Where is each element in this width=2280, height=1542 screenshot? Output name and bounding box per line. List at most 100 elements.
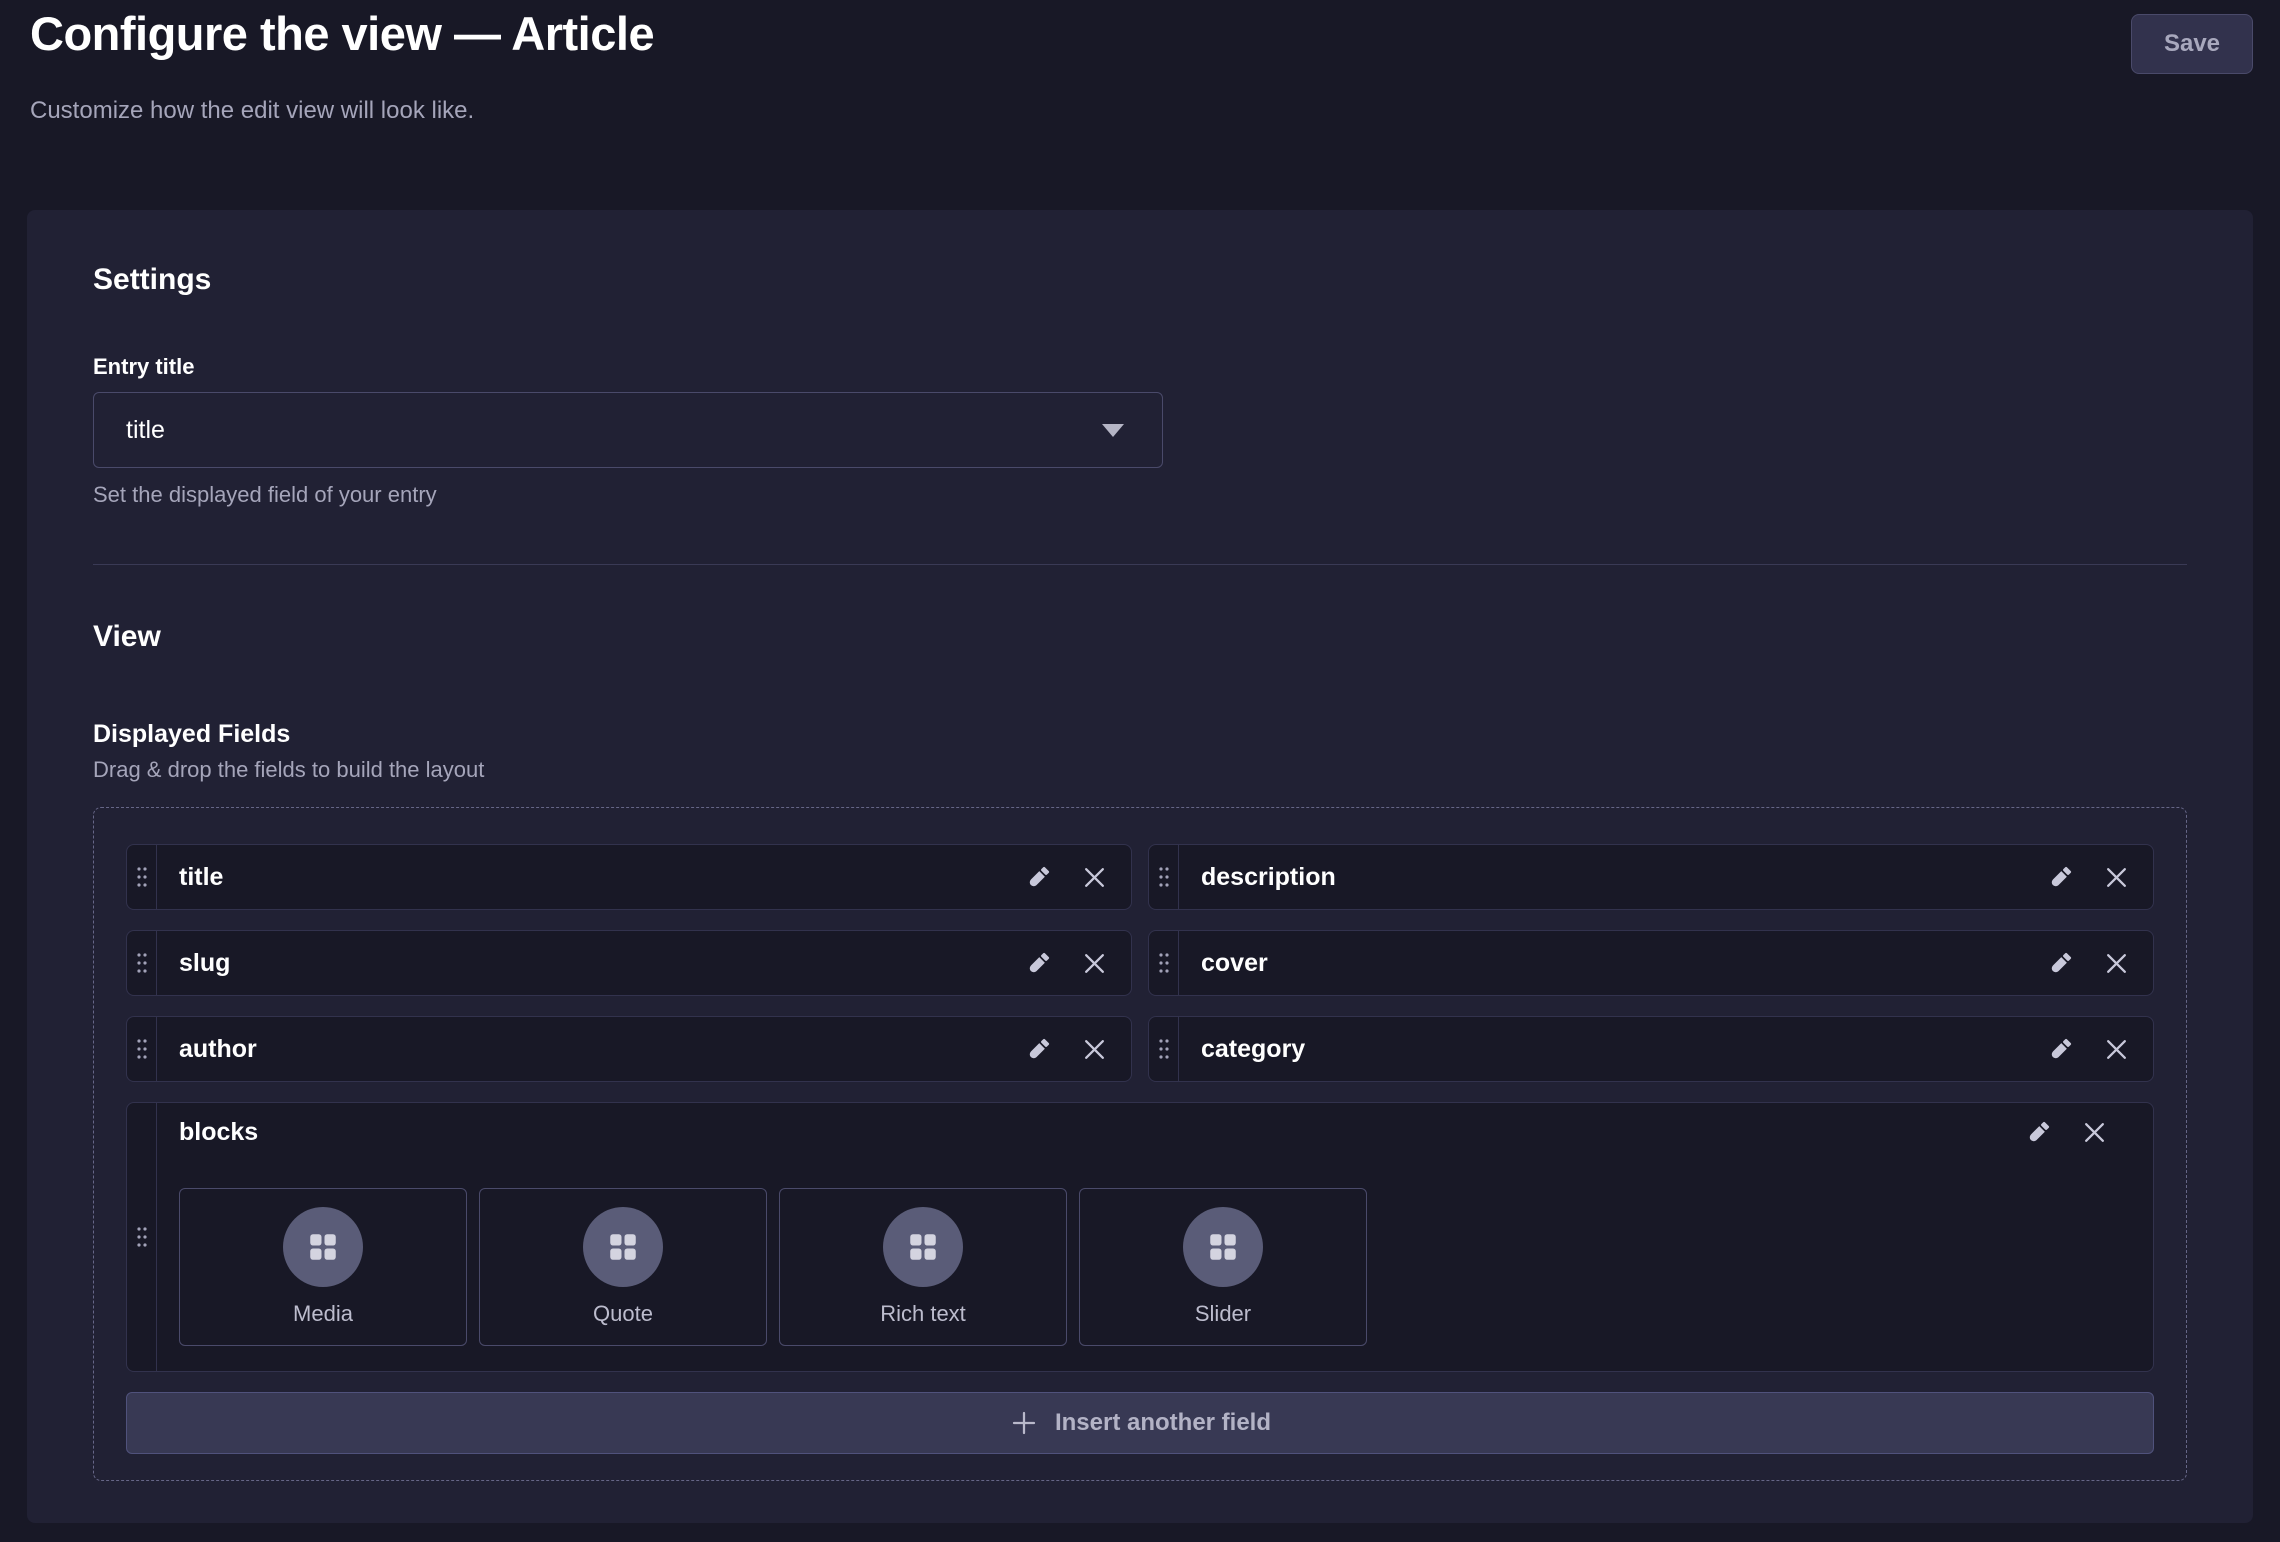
component-card-rich-text[interactable]: Rich text xyxy=(779,1188,1067,1346)
close-icon xyxy=(2104,951,2129,976)
field-row-slug[interactable]: slug xyxy=(126,930,1132,996)
drag-handle[interactable] xyxy=(127,1103,157,1371)
view-heading: View xyxy=(93,619,2187,655)
component-card-media[interactable]: Media xyxy=(179,1188,467,1346)
pencil-icon xyxy=(1025,1036,1052,1063)
remove-field-button[interactable] xyxy=(2104,951,2129,976)
pencil-icon xyxy=(1025,864,1052,891)
field-name: slug xyxy=(157,949,230,978)
grid-icon xyxy=(1205,1229,1241,1265)
drag-dots-icon xyxy=(1158,866,1170,888)
save-button[interactable]: Save xyxy=(2131,14,2253,74)
configure-view-screen: Configure the view — Article Customize h… xyxy=(0,0,2280,1542)
field-name: author xyxy=(157,1035,257,1064)
insert-field-label: Insert another field xyxy=(1055,1409,1271,1437)
component-avatar xyxy=(883,1207,963,1287)
drag-dots-icon xyxy=(1158,952,1170,974)
edit-field-button[interactable] xyxy=(2047,950,2074,977)
component-avatar xyxy=(283,1207,363,1287)
insert-field-button[interactable]: Insert another field xyxy=(126,1392,2154,1454)
field-name: category xyxy=(1179,1035,1305,1064)
settings-heading: Settings xyxy=(93,262,2187,298)
entry-title-select[interactable]: title xyxy=(93,392,1163,468)
component-label: Rich text xyxy=(880,1301,966,1327)
edit-field-button[interactable] xyxy=(1025,1036,1052,1063)
edit-field-button[interactable] xyxy=(2047,1036,2074,1063)
edit-field-button[interactable] xyxy=(1025,950,1052,977)
remove-field-button[interactable] xyxy=(2082,1120,2107,1145)
component-avatar xyxy=(583,1207,663,1287)
row-actions xyxy=(1025,931,1131,995)
displayed-fields-hint: Drag & drop the fields to build the layo… xyxy=(93,757,2187,783)
close-icon xyxy=(1082,865,1107,890)
drag-dots-icon xyxy=(136,1226,148,1248)
drag-handle[interactable] xyxy=(127,931,157,995)
remove-field-button[interactable] xyxy=(1082,951,1107,976)
drag-dots-icon xyxy=(136,1038,148,1060)
drag-dots-icon xyxy=(136,866,148,888)
row-actions xyxy=(2047,845,2153,909)
row-actions xyxy=(2047,931,2153,995)
row-actions xyxy=(2047,1017,2153,1081)
drag-dots-icon xyxy=(1158,1038,1170,1060)
remove-field-button[interactable] xyxy=(1082,865,1107,890)
close-icon xyxy=(2104,1037,2129,1062)
remove-field-button[interactable] xyxy=(1082,1037,1107,1062)
pencil-icon xyxy=(2047,1036,2074,1063)
row-actions xyxy=(1025,845,1131,909)
field-name: title xyxy=(157,863,223,892)
component-label: Media xyxy=(293,1301,353,1327)
close-icon xyxy=(2104,865,2129,890)
component-cards: Media Quote Rich text xyxy=(179,1188,2131,1346)
pencil-icon xyxy=(1025,950,1052,977)
entry-title-hint: Set the displayed field of your entry xyxy=(93,482,2187,508)
field-row-description[interactable]: description xyxy=(1148,844,2154,910)
drag-dots-icon xyxy=(136,952,148,974)
row-actions xyxy=(1025,1017,1131,1081)
remove-field-button[interactable] xyxy=(2104,1037,2129,1062)
field-row-category[interactable]: category xyxy=(1148,1016,2154,1082)
field-name: description xyxy=(1179,863,1336,892)
field-row-blocks[interactable]: blocks Medi xyxy=(126,1102,2154,1372)
drag-handle[interactable] xyxy=(127,845,157,909)
field-name: cover xyxy=(1179,949,1268,978)
close-icon xyxy=(1082,1037,1107,1062)
pencil-icon xyxy=(2047,864,2074,891)
drag-handle[interactable] xyxy=(127,1017,157,1081)
field-row-author[interactable]: author xyxy=(126,1016,1132,1082)
displayed-fields-label: Displayed Fields xyxy=(93,719,2187,749)
grid-icon xyxy=(605,1229,641,1265)
row-actions xyxy=(2025,1119,2131,1146)
pencil-icon xyxy=(2047,950,2074,977)
grid-icon xyxy=(305,1229,341,1265)
section-divider xyxy=(93,564,2187,565)
entry-title-label: Entry title xyxy=(93,354,2187,380)
fields-drop-zone: title description xyxy=(93,807,2187,1481)
remove-field-button[interactable] xyxy=(2104,865,2129,890)
chevron-down-icon xyxy=(1102,424,1124,437)
component-label: Quote xyxy=(593,1301,653,1327)
component-card-slider[interactable]: Slider xyxy=(1079,1188,1367,1346)
close-icon xyxy=(1082,951,1107,976)
field-name: blocks xyxy=(179,1117,2131,1147)
blocks-content: blocks Medi xyxy=(157,1103,2153,1371)
page-subtitle: Customize how the edit view will look li… xyxy=(30,96,474,126)
component-label: Slider xyxy=(1195,1301,1251,1327)
grid-icon xyxy=(905,1229,941,1265)
page-title: Configure the view — Article xyxy=(30,6,654,62)
edit-field-button[interactable] xyxy=(1025,864,1052,891)
drag-handle[interactable] xyxy=(1149,1017,1179,1081)
component-card-quote[interactable]: Quote xyxy=(479,1188,767,1346)
close-icon xyxy=(2082,1120,2107,1145)
entry-title-field: Entry title title Set the displayed fiel… xyxy=(93,354,2187,508)
edit-field-button[interactable] xyxy=(2025,1119,2052,1146)
drag-handle[interactable] xyxy=(1149,931,1179,995)
plus-icon xyxy=(1009,1408,1039,1438)
field-row-cover[interactable]: cover xyxy=(1148,930,2154,996)
drag-handle[interactable] xyxy=(1149,845,1179,909)
field-row-title[interactable]: title xyxy=(126,844,1132,910)
edit-field-button[interactable] xyxy=(2047,864,2074,891)
pencil-icon xyxy=(2025,1119,2052,1146)
configuration-panel: Settings Entry title title Set the displ… xyxy=(27,210,2253,1523)
component-avatar xyxy=(1183,1207,1263,1287)
